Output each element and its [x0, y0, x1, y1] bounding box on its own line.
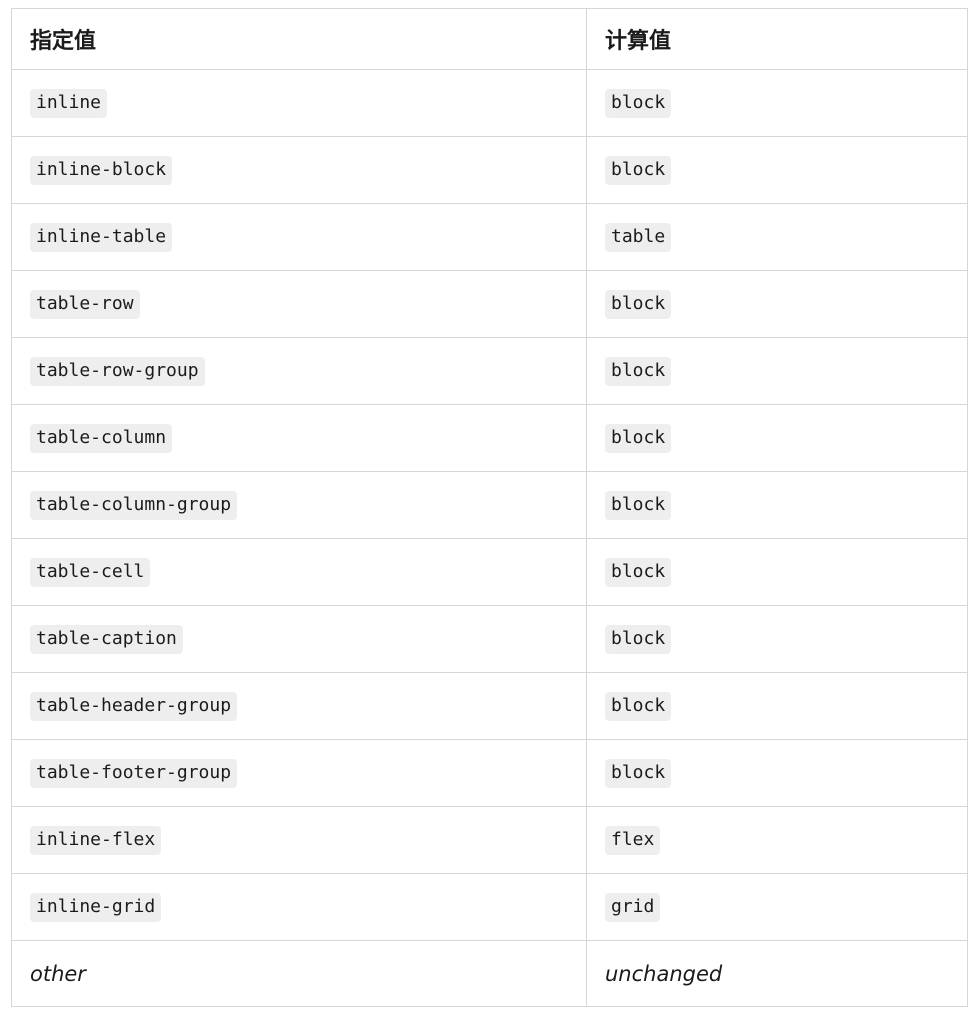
specified-cell: table-header-group: [11, 672, 587, 740]
specified-code: inline-block: [30, 155, 173, 185]
computed-cell: block: [586, 471, 968, 539]
table-row: table-row block: [11, 270, 968, 338]
specified-cell: table-column: [11, 404, 587, 472]
computed-cell: grid: [586, 873, 968, 941]
computed-cell: unchanged: [586, 940, 968, 1007]
table-row: inline-grid grid: [11, 873, 968, 941]
computed-code: block: [605, 624, 672, 654]
specified-code: inline-table: [30, 222, 173, 252]
computed-cell: block: [586, 605, 968, 673]
header-specified-value: 指定值: [11, 8, 587, 70]
computed-code: table: [605, 222, 672, 252]
specified-text: other: [30, 961, 86, 986]
display-conversion-table: 指定值 计算值 inline block inline-block block …: [11, 8, 968, 1007]
computed-code: block: [605, 557, 672, 587]
computed-code: block: [605, 758, 672, 788]
specified-code: table-row-group: [30, 356, 205, 386]
specified-code: table-caption: [30, 624, 183, 654]
specified-cell: table-footer-group: [11, 739, 587, 807]
specified-code: table-header-group: [30, 691, 238, 721]
table-row: table-row-group block: [11, 337, 968, 405]
specified-code: inline: [30, 88, 108, 118]
computed-cell: block: [586, 337, 968, 405]
table-header: 指定值 计算值: [11, 8, 968, 70]
table-row: table-cell block: [11, 538, 968, 606]
computed-code: grid: [605, 892, 661, 922]
specified-code: table-column-group: [30, 490, 238, 520]
computed-text: unchanged: [605, 961, 723, 986]
computed-code: block: [605, 356, 672, 386]
table-row: inline-block block: [11, 136, 968, 204]
specified-cell: table-cell: [11, 538, 587, 606]
specified-cell: table-column-group: [11, 471, 587, 539]
computed-cell: block: [586, 538, 968, 606]
computed-cell: block: [586, 672, 968, 740]
specified-cell: inline: [11, 69, 587, 137]
computed-cell: block: [586, 404, 968, 472]
table-row: table-footer-group block: [11, 739, 968, 807]
table-row: table-column block: [11, 404, 968, 472]
display-conversion-table-container: 指定值 计算值 inline block inline-block block …: [11, 8, 968, 1007]
computed-cell: block: [586, 136, 968, 204]
computed-code: block: [605, 691, 672, 721]
computed-code: block: [605, 289, 672, 319]
specified-cell: table-caption: [11, 605, 587, 673]
table-row: inline-flex flex: [11, 806, 968, 874]
header-computed-value: 计算值: [586, 8, 968, 70]
computed-code: block: [605, 88, 672, 118]
computed-code: block: [605, 155, 672, 185]
computed-cell: block: [586, 69, 968, 137]
table-body: inline block inline-block block inline-t…: [11, 69, 968, 1007]
table-row: table-column-group block: [11, 471, 968, 539]
specified-cell: table-row-group: [11, 337, 587, 405]
specified-code: table-footer-group: [30, 758, 238, 788]
table-row: other unchanged: [11, 940, 968, 1007]
computed-cell: table: [586, 203, 968, 271]
computed-code: block: [605, 423, 672, 453]
specified-cell: inline-block: [11, 136, 587, 204]
specified-code: table-row: [30, 289, 140, 319]
specified-cell: other: [11, 940, 587, 1007]
table-row: inline-table table: [11, 203, 968, 271]
specified-code: inline-grid: [30, 892, 162, 922]
specified-cell: table-row: [11, 270, 587, 338]
computed-cell: block: [586, 270, 968, 338]
computed-code: flex: [605, 825, 661, 855]
computed-cell: flex: [586, 806, 968, 874]
table-row: inline block: [11, 69, 968, 137]
specified-code: inline-flex: [30, 825, 162, 855]
specified-cell: inline-grid: [11, 873, 587, 941]
computed-cell: block: [586, 739, 968, 807]
header-row: 指定值 计算值: [11, 8, 968, 70]
specified-code: table-column: [30, 423, 173, 453]
table-row: table-header-group block: [11, 672, 968, 740]
table-row: table-caption block: [11, 605, 968, 673]
specified-cell: inline-table: [11, 203, 587, 271]
computed-code: block: [605, 490, 672, 520]
specified-code: table-cell: [30, 557, 151, 587]
specified-cell: inline-flex: [11, 806, 587, 874]
